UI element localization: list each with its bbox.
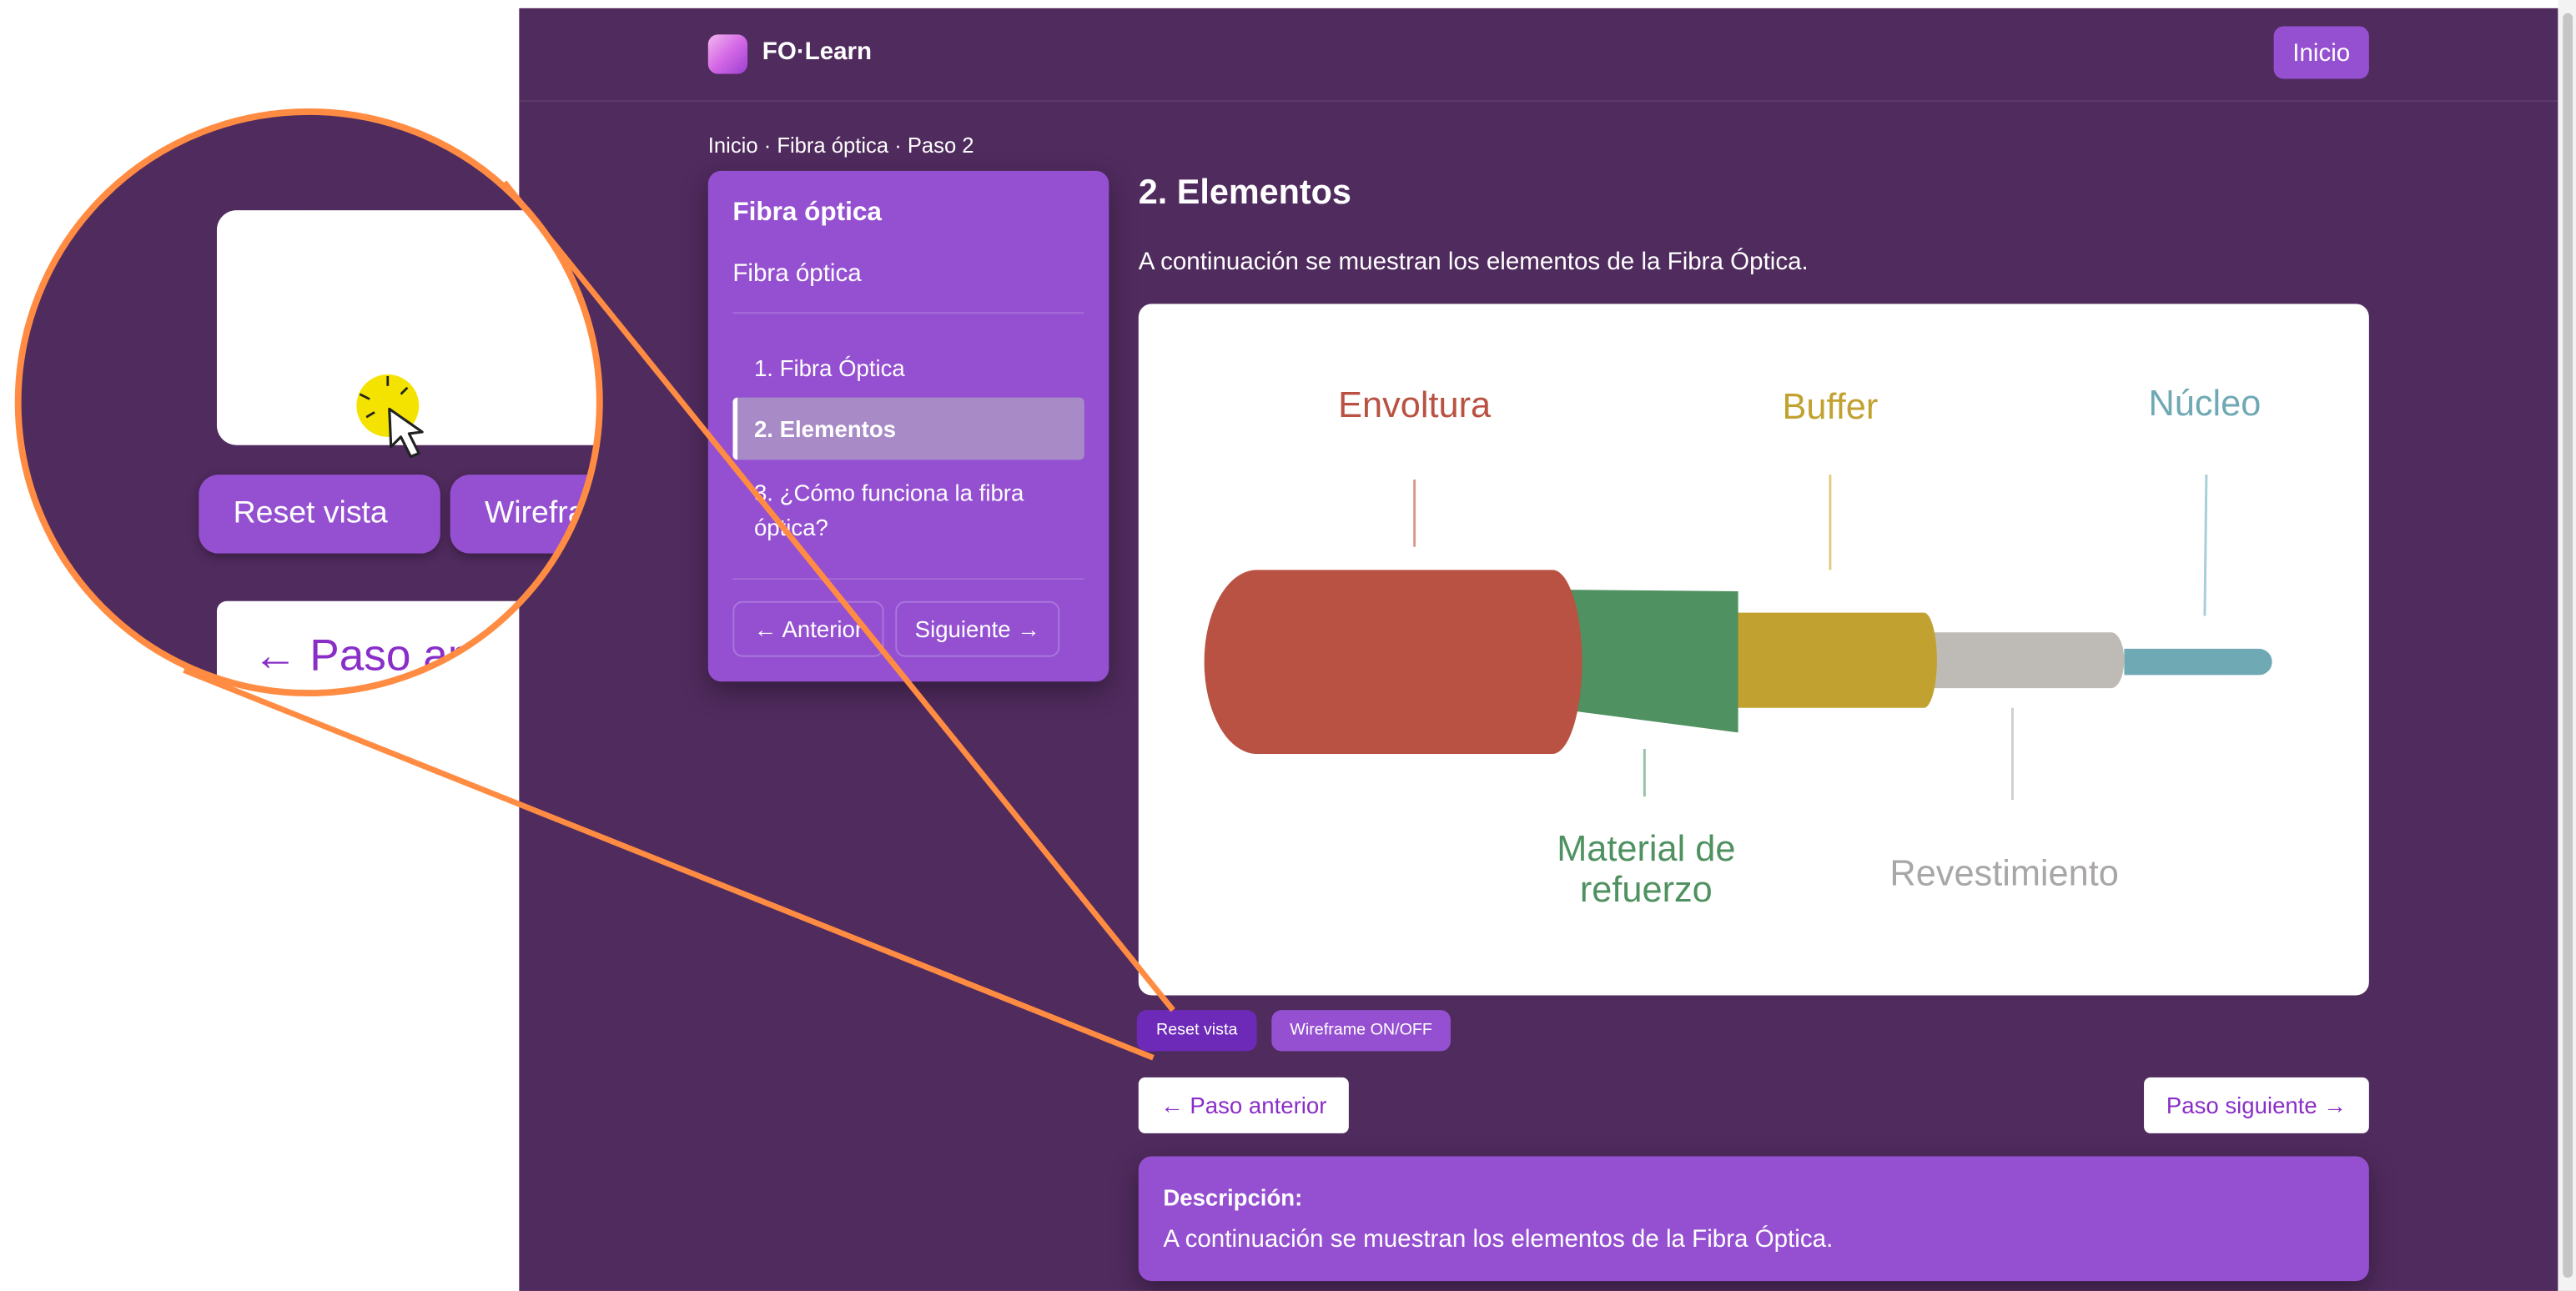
screenshot-scene: FO·Learn Inicio Inicio · Fibra óptica · … bbox=[0, 0, 2576, 1291]
callout-line bbox=[183, 667, 1155, 1061]
zoom-callout-overlay bbox=[14, 108, 1175, 1061]
callout-line bbox=[501, 180, 1175, 1012]
zoom-ring bbox=[14, 108, 603, 697]
